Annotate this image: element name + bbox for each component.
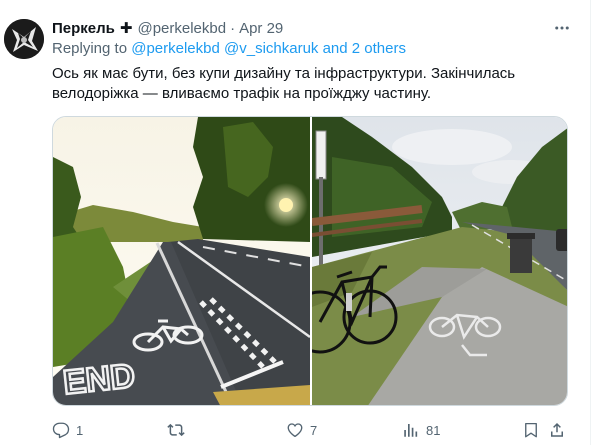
avatar[interactable] — [4, 19, 44, 59]
share-icon — [551, 422, 563, 437]
tweet-header: Перкель ✚ @perkelekbd · Apr 29 — [52, 18, 283, 38]
bookmark-icon — [525, 422, 537, 438]
bike-path-with-bicycle-photo — [312, 117, 567, 405]
tweet-date[interactable]: Apr 29 — [239, 20, 283, 37]
reply-count: 1 — [76, 422, 84, 438]
tweet-actions: 1 7 81 — [52, 419, 568, 441]
share-button[interactable] — [548, 419, 566, 441]
cross-badge-icon: ✚ — [119, 20, 133, 37]
like-button[interactable]: 7 — [286, 419, 317, 441]
replying-to-label: Replying to — [52, 40, 128, 57]
heart-icon — [287, 423, 303, 438]
road-end-bike-lane-photo: END — [53, 117, 310, 405]
author-handle[interactable]: @perkelekbd — [137, 20, 226, 37]
retweet-button[interactable] — [166, 419, 192, 441]
tweet-text-line: Ось як має бути, без купи дизайну та інф… — [52, 65, 516, 82]
views-icon — [404, 424, 418, 437]
replying-to-mentions[interactable]: @perkelekbd @v_sichkaruk and 2 others — [131, 40, 406, 57]
media-grid: END — [52, 116, 568, 406]
media-photo-1[interactable]: END — [53, 117, 310, 405]
tweet-text-line: велодоріжка — вливаємо трафік на проїждж… — [52, 85, 432, 102]
reply-button[interactable]: 1 — [52, 419, 83, 441]
reply-icon — [52, 422, 70, 439]
avatar-image — [4, 19, 44, 59]
replying-to: Replying to @perkelekbd @v_sichkaruk and… — [52, 40, 406, 57]
tweet-text: Ось як має бути, без купи дизайну та інф… — [52, 64, 552, 104]
like-count: 7 — [310, 422, 318, 438]
retweet-icon — [167, 423, 185, 437]
views-count: 81 — [426, 422, 441, 438]
author-display-name[interactable]: Перкель — [52, 20, 115, 37]
column-divider — [590, 0, 591, 445]
separator-dot: · — [230, 19, 236, 37]
more-horizontal-icon[interactable] — [552, 18, 572, 38]
views-button[interactable]: 81 — [402, 419, 440, 441]
painted-end-text: END — [61, 357, 136, 402]
bookmark-button[interactable] — [522, 419, 540, 441]
tweet[interactable]: Перкель ✚ @perkelekbd · Apr 29 Replying … — [0, 0, 609, 445]
media-photo-2[interactable] — [312, 117, 567, 405]
